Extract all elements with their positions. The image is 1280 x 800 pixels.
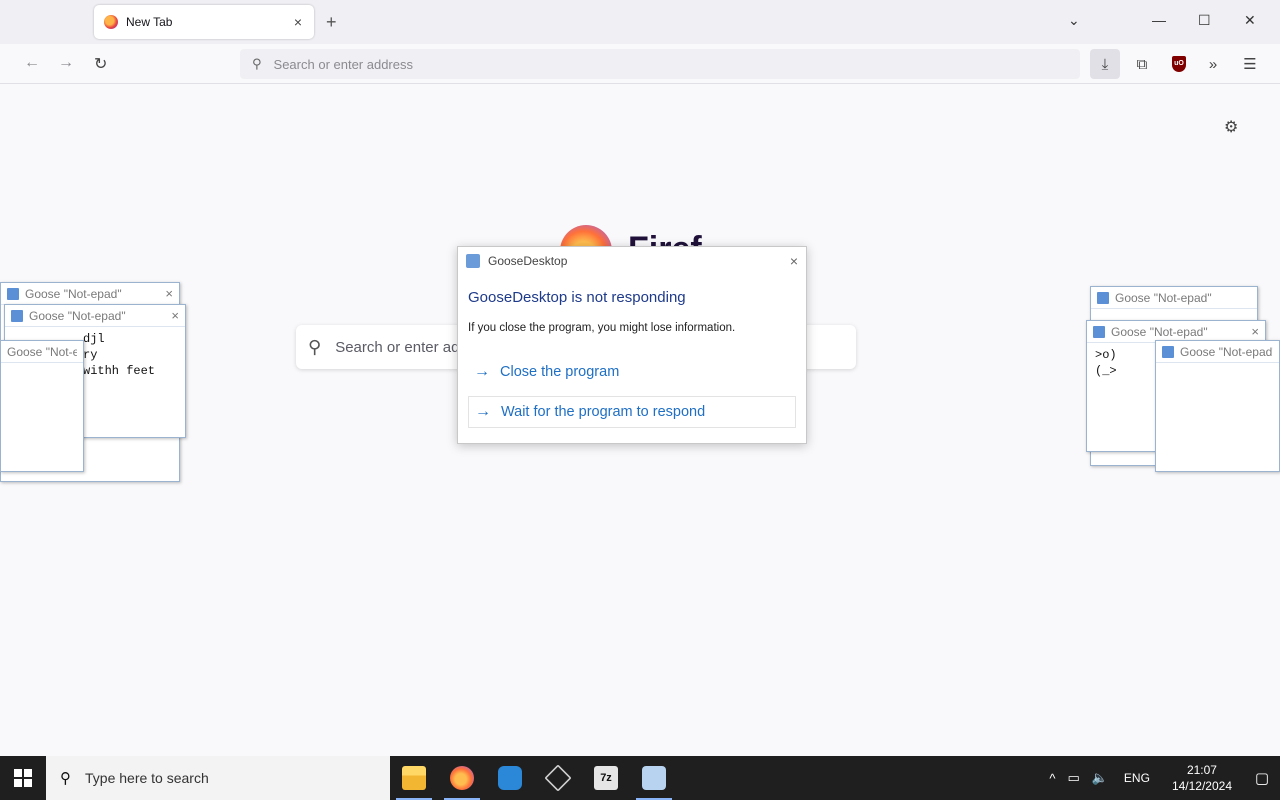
notification-center-icon[interactable]: ▢: [1244, 769, 1280, 787]
dialog-close-icon[interactable]: ×: [790, 253, 798, 269]
puzzle-icon: ⧉: [1136, 55, 1148, 73]
close-icon[interactable]: ×: [1251, 324, 1259, 339]
notepad-icon: [1097, 291, 1109, 304]
reload-button[interactable]: ↻: [94, 54, 107, 74]
ublock-button[interactable]: uO: [1164, 49, 1194, 79]
notepad-icon: [1093, 325, 1105, 338]
dialog-message: If you close the program, you might lose…: [468, 322, 736, 334]
notepad-icon: [11, 309, 23, 322]
file-explorer-taskbar-button[interactable]: [390, 756, 438, 800]
tab-strip: New Tab × + ⌄ — ☐ ✕: [0, 0, 1280, 44]
7zip-icon: 7z: [594, 766, 618, 790]
wait-for-program-label: Wait for the program to respond: [501, 404, 706, 420]
firefox-taskbar-button[interactable]: [438, 756, 486, 800]
7zip-taskbar-button[interactable]: 7z: [582, 756, 630, 800]
folder-icon: [402, 766, 426, 790]
goose-desktop-taskbar-button[interactable]: [630, 756, 678, 800]
address-input[interactable]: [273, 56, 974, 72]
app-icon: [498, 766, 522, 790]
volume-muted-icon[interactable]: 🔈: [1086, 770, 1114, 786]
notepad-title: Goose "Not-epad": [1115, 290, 1212, 305]
notepad-title: Goose "Not-epad": [25, 286, 122, 301]
downloads-button[interactable]: ⤓: [1090, 49, 1120, 79]
firefox-favicon-icon: [104, 15, 118, 29]
windows-logo-icon: [14, 769, 32, 787]
notepad-title: Goose "Not-epad": [29, 308, 126, 323]
close-icon[interactable]: ×: [171, 308, 179, 323]
extensions-button[interactable]: ⧉: [1127, 49, 1157, 79]
close-window-button[interactable]: ✕: [1244, 12, 1256, 29]
notepad-title: Goose "Not-epad": [7, 344, 77, 359]
wait-for-program-option[interactable]: → Wait for the program to respond: [468, 396, 796, 428]
not-responding-dialog: GooseDesktop × GooseDesktop is not respo…: [457, 246, 807, 444]
tab-new-tab[interactable]: New Tab ×: [94, 5, 314, 39]
notepad-title: Goose "Not-epad": [1111, 324, 1208, 339]
tab-close-icon[interactable]: ×: [290, 14, 306, 30]
notepad-titlebar[interactable]: Goose "Not-epad" ×: [1, 283, 179, 305]
notepad-titlebar[interactable]: Goose "Not-epad": [1156, 341, 1279, 363]
ublock-shield-icon: uO: [1172, 56, 1186, 72]
taskbar-search-input[interactable]: [85, 770, 365, 786]
taskbar: ⚲ 7z ^ ▭ 🔈 ENG 21:07 14/12/2024 ▢: [0, 756, 1280, 800]
input-language-indicator[interactable]: ENG: [1114, 771, 1160, 785]
dialog-heading: GooseDesktop is not responding: [468, 289, 686, 306]
notepad-icon: [1162, 345, 1174, 358]
start-button[interactable]: [0, 756, 46, 800]
hamburger-menu-icon: ☰: [1243, 56, 1257, 73]
firefox-icon: [450, 766, 474, 790]
dialog-titlebar[interactable]: GooseDesktop ×: [458, 247, 806, 275]
navigation-toolbar: ← → ↻ ⚲ ⤓ ⧉ uO » ☰: [0, 44, 1280, 84]
list-all-tabs-icon[interactable]: ⌄: [1068, 12, 1080, 29]
taskbar-search-box[interactable]: ⚲: [46, 756, 390, 800]
blue-app-taskbar-button[interactable]: [486, 756, 534, 800]
chevron-double-right-icon: »: [1208, 55, 1218, 73]
goose-icon: [642, 766, 666, 790]
address-bar[interactable]: ⚲: [240, 49, 1080, 79]
cube-icon: [544, 764, 572, 792]
settings-gear-icon[interactable]: ⚙: [1224, 117, 1238, 137]
clock[interactable]: 21:07 14/12/2024: [1160, 762, 1244, 794]
minimize-button[interactable]: —: [1152, 12, 1166, 28]
network-icon[interactable]: ▭: [1061, 770, 1085, 786]
notepad-titlebar[interactable]: Goose "Not-epad": [1, 341, 83, 363]
arrow-right-icon: →: [475, 403, 491, 420]
search-icon: ⚲: [308, 336, 322, 357]
search-icon: ⚲: [60, 770, 71, 787]
forward-button[interactable]: →: [58, 54, 74, 72]
maximize-button[interactable]: ☐: [1198, 12, 1211, 29]
close-program-label: Close the program: [500, 364, 620, 380]
overflow-menu-button[interactable]: »: [1198, 49, 1228, 79]
tab-title: New Tab: [126, 15, 173, 29]
clock-date: 14/12/2024: [1171, 779, 1232, 793]
close-icon[interactable]: ×: [165, 286, 173, 301]
goose-notepad-window[interactable]: Goose "Not-epad": [0, 340, 84, 472]
notepad-titlebar[interactable]: Goose "Not-epad" ×: [5, 305, 185, 327]
notepad-icon: [7, 287, 19, 300]
close-program-option[interactable]: → Close the program: [458, 356, 806, 388]
goose-notepad-window[interactable]: Goose "Not-epad": [1155, 340, 1280, 472]
notepad-title: Goose "Not-epad": [1180, 344, 1273, 359]
dialog-title: GooseDesktop: [488, 254, 568, 268]
system-tray: ^ ▭ 🔈 ENG 21:07 14/12/2024 ▢: [1043, 756, 1280, 800]
notepad-titlebar[interactable]: Goose "Not-epad": [1091, 287, 1257, 309]
new-tab-button[interactable]: +: [326, 12, 337, 33]
search-icon: ⚲: [252, 56, 262, 71]
app-menu-button[interactable]: ☰: [1235, 49, 1265, 79]
show-hidden-icons-chevron-icon[interactable]: ^: [1043, 771, 1061, 786]
arrow-right-icon: →: [474, 363, 490, 380]
clock-time: 21:07: [1186, 763, 1217, 777]
cube-app-taskbar-button[interactable]: [534, 756, 582, 800]
goose-app-icon: [466, 254, 480, 268]
download-icon: ⤓: [1101, 55, 1109, 73]
back-button[interactable]: ←: [24, 54, 40, 72]
